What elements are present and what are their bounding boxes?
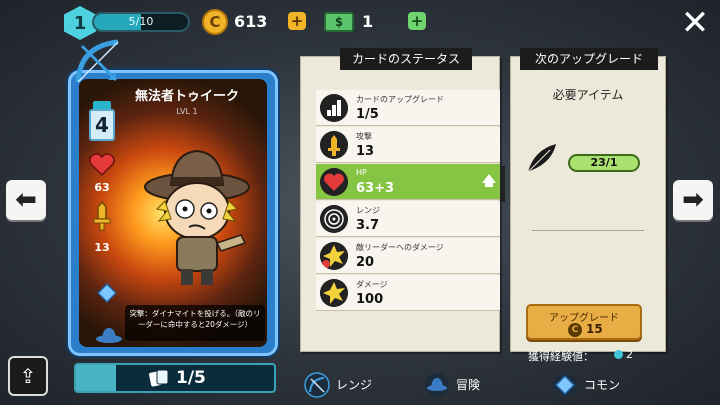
stat-label: カードのアップグレード xyxy=(356,95,444,104)
stat-value: 1/5 xyxy=(356,107,379,122)
upgrade-button[interactable]: アップグレード C 15 xyxy=(526,304,642,340)
cards-icon xyxy=(149,369,169,387)
bow-icon xyxy=(75,39,119,83)
upgrade-divider xyxy=(532,230,644,231)
upgrade-arrow-stem xyxy=(485,182,493,187)
next-card-button[interactable]: ➡ xyxy=(673,180,713,220)
stat-row[interactable]: カードのアップグレード 1/5 xyxy=(316,90,500,126)
required-items-label: 必要アイテム xyxy=(552,88,624,102)
tag-adventure-label: 冒険 xyxy=(456,378,481,392)
close-button[interactable]: ✕ xyxy=(678,6,712,40)
active-row-marker xyxy=(500,166,505,202)
cowboy-hat-icon xyxy=(425,373,449,397)
range-icon xyxy=(320,205,348,233)
upgrade-button-label: アップグレード xyxy=(549,313,619,324)
feather-icon xyxy=(527,144,556,173)
heart-icon xyxy=(320,168,348,196)
stat-row[interactable]: HP 63+3 xyxy=(316,164,500,200)
stat-label: レンジ xyxy=(356,206,380,215)
leader-damage-icon xyxy=(320,242,348,270)
sword-icon xyxy=(93,201,111,231)
cash-count: 1 xyxy=(362,12,374,31)
previous-card-button[interactable]: ⬅ xyxy=(6,180,46,220)
share-button[interactable]: ⇪ xyxy=(8,356,48,396)
card-name: 無法者トゥイーク xyxy=(134,89,239,104)
heart-icon xyxy=(89,153,115,177)
cash-icon: $ xyxy=(324,12,354,32)
xp-icon xyxy=(614,350,623,359)
sword-icon xyxy=(320,131,348,159)
stat-value: 20 xyxy=(356,255,375,270)
card-art-area: 無法者トゥイーク LVL 1 4 63 13 突撃：ダイナマイトを投げる。（敵の… xyxy=(79,79,267,347)
xp-gain-label: 獲得経験値： xyxy=(528,350,594,363)
damage-icon xyxy=(320,279,348,307)
tag-common-label: コモン xyxy=(584,378,621,392)
stat-row[interactable]: 攻撃 13 xyxy=(316,127,500,163)
bars-icon xyxy=(320,94,348,122)
cowboy-hat-icon xyxy=(96,328,122,343)
card-level: LVL 1 xyxy=(176,107,198,116)
card-stats-title: カードのステータス xyxy=(340,48,472,70)
card-cost: 4 xyxy=(89,109,115,141)
xp-progress-bar: 5/10 xyxy=(92,12,190,32)
stat-row[interactable]: レンジ 3.7 xyxy=(316,201,500,237)
stat-row[interactable]: ダメージ 100 xyxy=(316,275,500,311)
add-cash-button[interactable]: + xyxy=(408,12,426,30)
tag-range-label: レンジ xyxy=(336,378,373,392)
stat-label: ダメージ xyxy=(356,280,388,289)
xp-progress-text: 5/10 xyxy=(128,15,154,28)
stat-label: 敵リーダーへのダメージ xyxy=(356,243,444,252)
required-item-count: 23/1 xyxy=(568,154,640,172)
card-attack: 13 xyxy=(94,241,110,254)
stat-label: HP xyxy=(356,168,367,177)
stat-value: 63+3 xyxy=(356,181,395,196)
stat-label: 攻撃 xyxy=(356,132,372,141)
character-illustration xyxy=(144,149,250,285)
gem-icon xyxy=(97,283,117,303)
stat-value: 100 xyxy=(356,292,384,307)
stat-row[interactable]: 敵リーダーへのダメージ 20 xyxy=(316,238,500,274)
coin-icon: C xyxy=(568,323,582,337)
stat-value: 3.7 xyxy=(356,218,380,233)
card-count-text: 1/5 xyxy=(176,368,206,388)
upgrade-cost: 15 xyxy=(586,322,603,336)
coin-count: 613 xyxy=(234,12,268,31)
card-count-fill xyxy=(76,365,116,391)
add-coins-button[interactable]: + xyxy=(288,12,306,30)
next-upgrade-title: 次のアップグレード xyxy=(520,48,658,70)
card-count-bar: 1/5 xyxy=(74,363,276,393)
card-hp: 63 xyxy=(94,181,110,194)
card-frame: 無法者トゥイーク LVL 1 4 63 13 突撃：ダイナマイトを投げる。（敵の… xyxy=(68,70,278,356)
coin-icon: C xyxy=(202,9,228,35)
xp-gain-value: 2 xyxy=(626,348,633,361)
bow-icon xyxy=(304,372,330,398)
card-ability-description: 突撃：ダイナマイトを投げる。（敵のリーダーに命中すると20ダメージ） xyxy=(125,305,265,341)
stat-value: 13 xyxy=(356,144,375,159)
gem-icon xyxy=(553,373,577,397)
